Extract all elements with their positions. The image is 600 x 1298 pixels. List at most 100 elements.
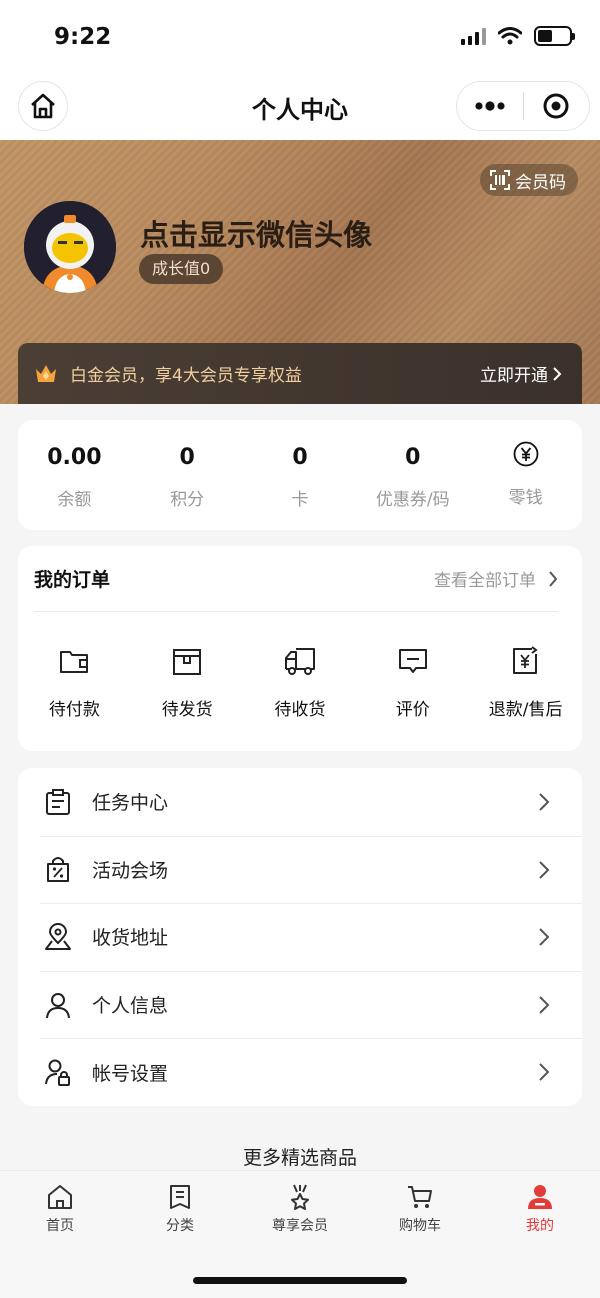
- comment-icon: [398, 649, 427, 673]
- view-all-orders-link[interactable]: 查看全部订单: [434, 566, 558, 591]
- menu-label: 帐号设置: [92, 1062, 169, 1085]
- discount-bag-icon: [47, 857, 69, 883]
- stat-value: 0: [292, 445, 308, 470]
- more-products-heading: 更多精选商品: [242, 1147, 357, 1169]
- bottom-tab-bar: 首页 分类 尊享会员 购物车 我的: [0, 1170, 600, 1298]
- menu-label: 活动会场: [92, 859, 169, 882]
- tab-membership[interactable]: 尊享会员: [240, 1171, 360, 1241]
- order-label: 待收货: [274, 700, 326, 720]
- crown-icon: [36, 364, 56, 382]
- more-button[interactable]: [457, 82, 523, 130]
- order-label: 退款/售后: [488, 700, 563, 720]
- menu-item-personal-info[interactable]: 个人信息: [18, 970, 582, 1039]
- menu-card: 任务中心 活动会场 收货地址 个人信息 帐号设置: [18, 768, 582, 1106]
- stat-balance[interactable]: 0.00 余额: [18, 420, 131, 530]
- more-dots-icon: [475, 101, 505, 111]
- tab-profile[interactable]: 我的: [480, 1171, 600, 1241]
- vip-open-label: 立即开通: [480, 366, 548, 386]
- stat-points[interactable]: 0 积分: [131, 420, 244, 530]
- orders-header: 我的订单 查看全部订单: [34, 546, 558, 612]
- stat-change[interactable]: 零钱: [469, 420, 582, 530]
- stat-label: 卡: [291, 490, 309, 510]
- stat-value: 0: [405, 445, 421, 470]
- order-pending-receipt[interactable]: 待收货: [244, 644, 357, 720]
- tab-label: 购物车: [399, 1218, 441, 1234]
- cart-icon: [408, 1186, 432, 1208]
- order-label: 待付款: [48, 700, 100, 720]
- status-time: 9:22: [54, 24, 112, 50]
- member-star-icon: [291, 1184, 309, 1210]
- order-pending-payment[interactable]: 待付款: [18, 644, 131, 720]
- stat-label: 积分: [170, 490, 205, 510]
- stat-label: 零钱: [508, 488, 543, 508]
- chevron-right-icon: [539, 860, 550, 879]
- category-icon: [170, 1185, 190, 1209]
- my-orders-card: 我的订单 查看全部订单 待付款 待发货 待收货 评价 退款/售后: [18, 546, 582, 751]
- profile-name[interactable]: 点击显示微信头像: [140, 212, 372, 254]
- battery-icon: [534, 26, 575, 46]
- avatar[interactable]: [24, 201, 116, 293]
- chevron-right-icon: [539, 1063, 550, 1082]
- truck-icon: [284, 648, 315, 675]
- astronaut-avatar-icon: [24, 201, 116, 293]
- close-miniprogram-button[interactable]: [524, 82, 590, 130]
- growth-value-badge[interactable]: 成长值0: [139, 254, 224, 284]
- member-code-label: 会员码: [515, 172, 566, 193]
- chevron-right-icon: [539, 793, 550, 811]
- order-label: 评价: [395, 700, 430, 720]
- navigation-bar: 个人中心: [0, 76, 600, 140]
- wallet-icon: [60, 651, 89, 673]
- order-review[interactable]: 评价: [356, 644, 469, 720]
- stat-label: 余额: [57, 490, 92, 510]
- menu-item-task-center[interactable]: 任务中心: [18, 768, 582, 836]
- stat-value: 0.00: [47, 445, 102, 470]
- location-map-icon: [45, 923, 71, 950]
- target-close-icon: [543, 93, 569, 119]
- tab-label: 尊享会员: [272, 1218, 328, 1234]
- status-icons: [461, 26, 575, 46]
- profile-icon: [528, 1185, 552, 1209]
- menu-item-event-venue[interactable]: 活动会场: [18, 835, 582, 904]
- view-all-orders-label: 查看全部订单: [434, 571, 536, 591]
- tab-home[interactable]: 首页: [0, 1171, 120, 1241]
- menu-item-shipping-address[interactable]: 收货地址: [18, 903, 582, 971]
- tab-label: 首页: [46, 1218, 74, 1234]
- mini-program-capsule: [456, 81, 590, 131]
- tab-cart[interactable]: 购物车: [360, 1171, 480, 1241]
- package-icon: [173, 649, 202, 675]
- stat-label: 优惠券/码: [375, 490, 450, 510]
- home-icon: [48, 1185, 72, 1209]
- user-icon: [46, 992, 70, 1018]
- refund-icon: [512, 646, 538, 674]
- chevron-right-icon: [539, 996, 550, 1014]
- barcode-icon: [490, 170, 510, 190]
- yen-circle-icon: [513, 441, 538, 467]
- chevron-right-icon: [549, 570, 558, 587]
- user-lock-icon: [45, 1059, 70, 1087]
- order-refund[interactable]: 退款/售后: [469, 644, 582, 720]
- vip-banner-text: 白金会员，享4大会员专享权益: [70, 366, 302, 386]
- menu-label: 任务中心: [92, 792, 169, 815]
- vip-banner[interactable]: 白金会员，享4大会员专享权益 立即开通: [18, 343, 582, 404]
- assets-card: 0.00 余额 0 积分 0 卡 0 优惠券/码 零钱: [18, 420, 582, 530]
- menu-label: 收货地址: [92, 927, 169, 950]
- status-bar: 9:22: [0, 0, 600, 76]
- order-pending-shipment[interactable]: 待发货: [131, 644, 244, 720]
- wifi-icon: [498, 27, 522, 45]
- order-label: 待发货: [161, 700, 213, 720]
- member-code-button[interactable]: 会员码: [480, 164, 578, 196]
- home-indicator: [193, 1277, 407, 1284]
- orders-title: 我的订单: [34, 569, 111, 591]
- profile-header: 会员码 点击显示微信头像 成长值0 白金会员，享4大会员专享权益 立即开通: [0, 140, 600, 404]
- stat-coupons[interactable]: 0 优惠券/码: [356, 420, 469, 530]
- menu-item-account-settings[interactable]: 帐号设置: [18, 1038, 582, 1106]
- chevron-right-icon: [539, 928, 550, 946]
- chevron-right-icon: [553, 366, 562, 381]
- order-status-list: 待付款 待发货 待收货 评价 退款/售后: [18, 644, 582, 720]
- clipboard-icon: [46, 788, 70, 815]
- menu-label: 个人信息: [92, 995, 169, 1018]
- vip-open-button[interactable]: 立即开通: [480, 361, 562, 386]
- tab-label: 我的: [526, 1218, 554, 1234]
- tab-category[interactable]: 分类: [120, 1171, 240, 1241]
- stat-cards[interactable]: 0 卡: [244, 420, 357, 530]
